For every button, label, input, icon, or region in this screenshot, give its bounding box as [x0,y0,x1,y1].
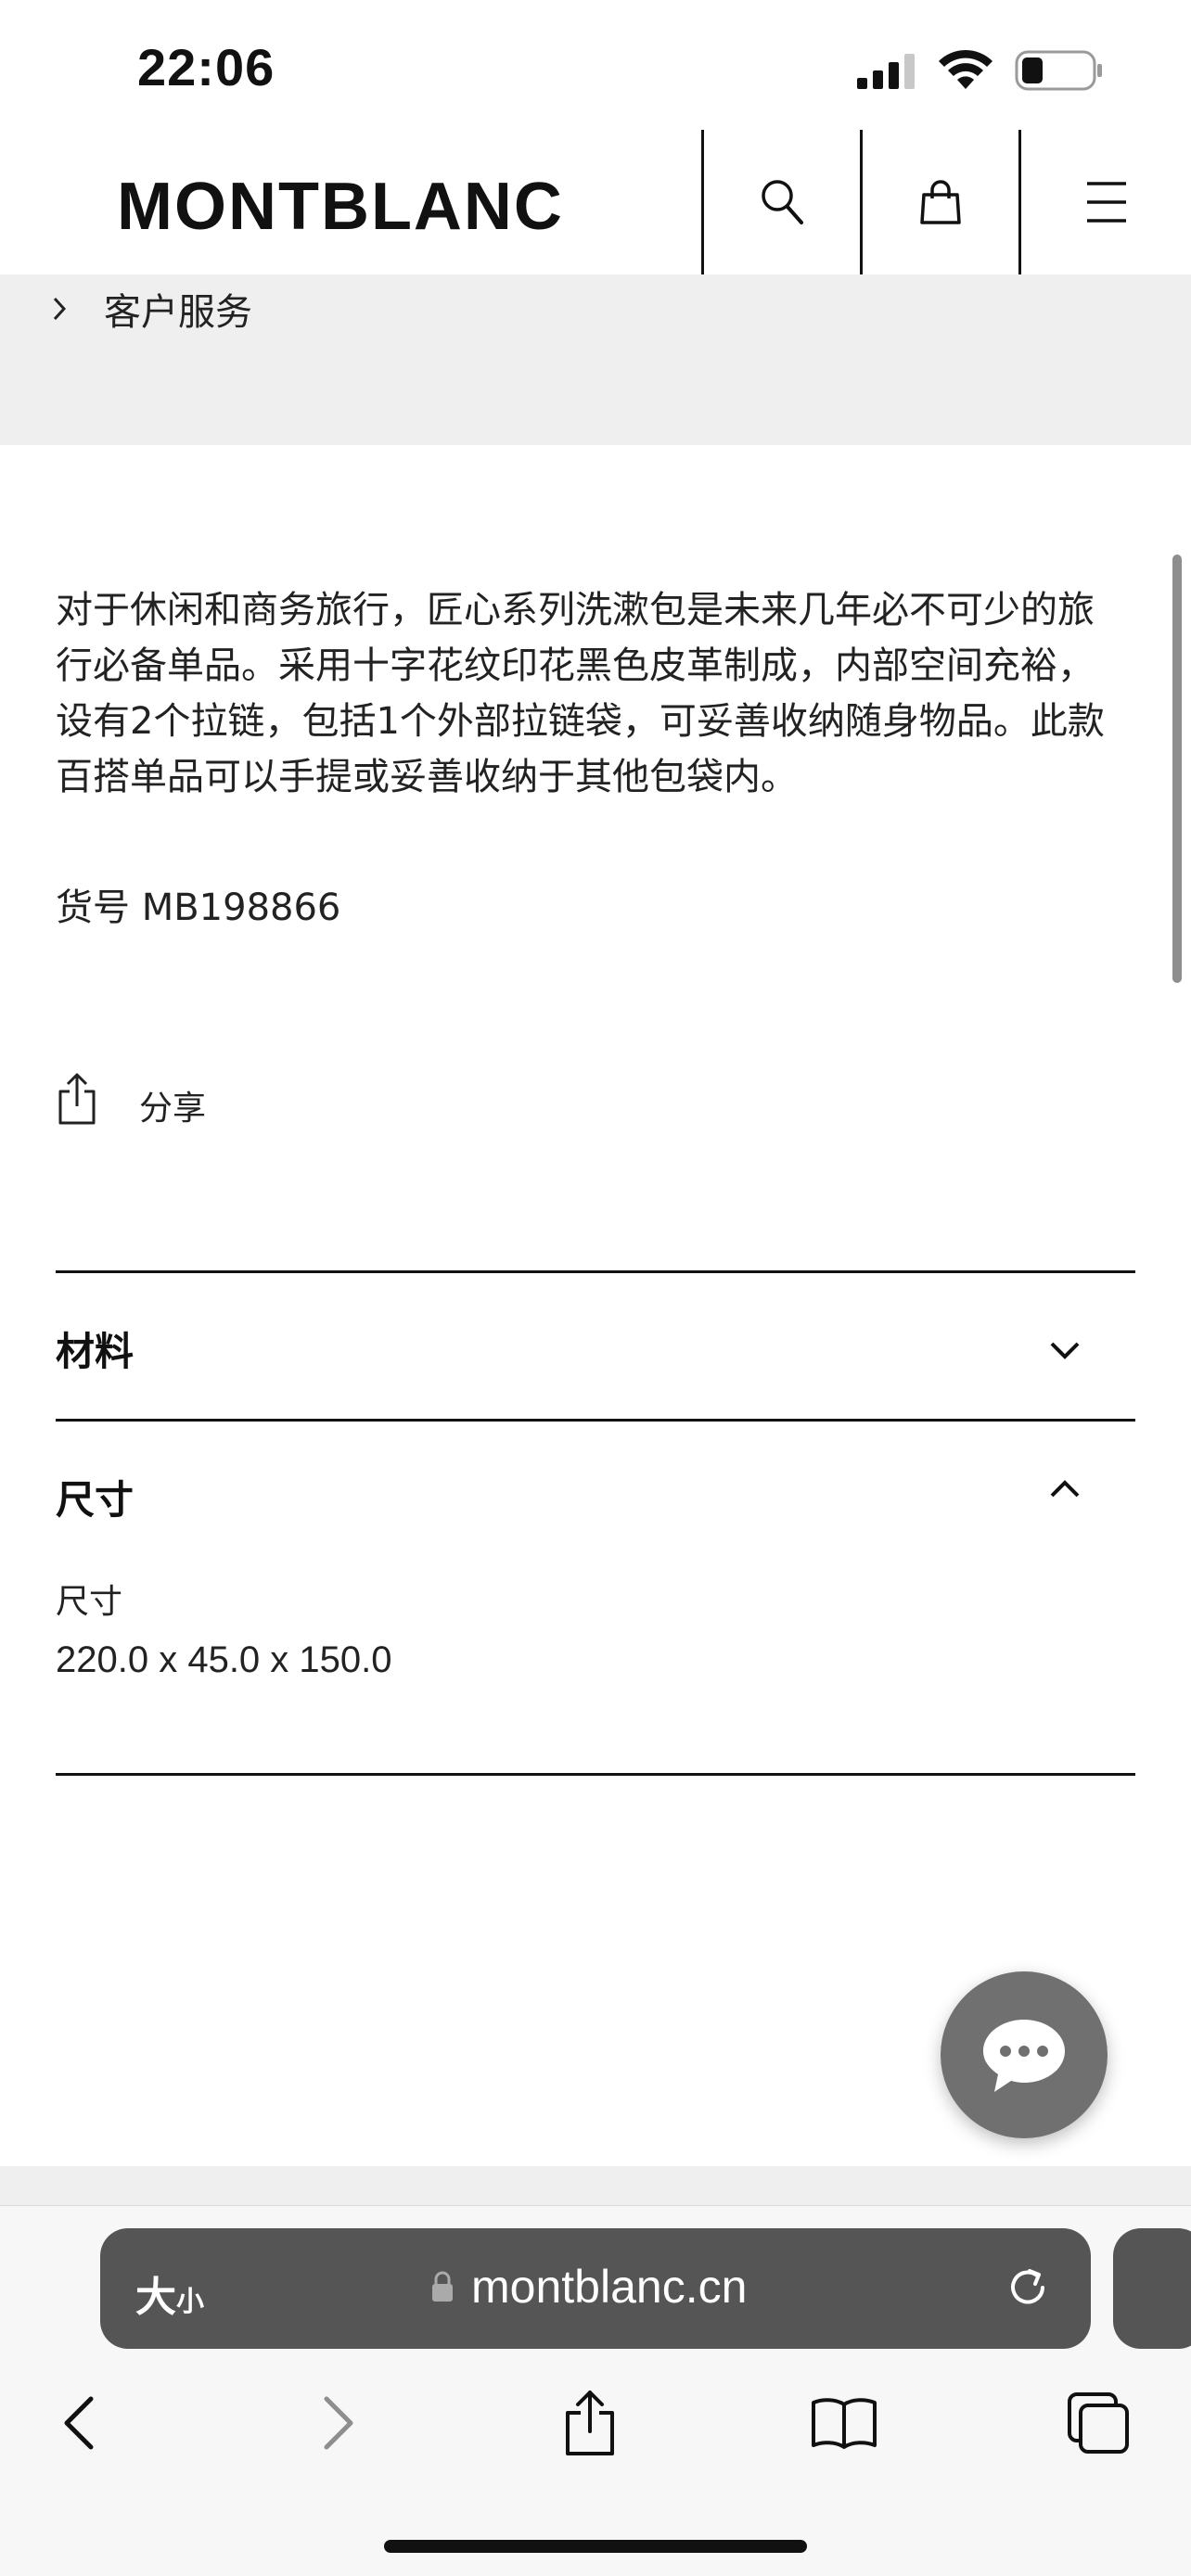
chat-bubble-icon [983,2020,1065,2092]
reload-icon[interactable] [1002,2262,1054,2314]
product-description: 对于休闲和商务旅行，匠心系列洗漱包是未来几年必不可少的旅行必备单品。采用十字花纹… [56,589,1105,798]
divider [56,1270,1135,1273]
customer-service-link[interactable]: 客户服务 [52,282,252,336]
wifi-icon [939,49,992,89]
search-icon [762,180,803,224]
address-bar[interactable]: 大小 montblanc.cn [100,2228,1091,2349]
tabs-icon [1068,2392,1129,2454]
next-tab-preview[interactable] [1113,2228,1191,2349]
bookmarks-button[interactable] [800,2378,889,2468]
forward-button[interactable] [293,2378,382,2468]
menu-icon [1086,182,1126,223]
home-indicator[interactable] [384,2540,807,2553]
shopping-bag-button[interactable] [863,130,1018,274]
browser-toolbar: 大小 montblanc.cn [0,2205,1191,2576]
share-label: 分享 [139,1090,207,1128]
back-button[interactable] [35,2378,124,2468]
share-sheet-button[interactable] [545,2378,634,2468]
status-bar: 22:06 [0,0,1191,130]
url-text: montblanc.cn [471,2261,748,2313]
scroll-indicator[interactable] [1172,555,1182,983]
size-accordion-header[interactable]: 尺寸 [56,1422,1135,1552]
divider [56,1419,1135,1422]
tabs-button[interactable] [1054,2378,1143,2468]
url-display[interactable]: montblanc.cn [430,2260,747,2314]
chevron-up-icon [1050,1480,1080,1498]
product-sku: 货号 MB198866 [56,886,341,929]
status-time: 22:06 [137,38,275,96]
chevron-right-icon [324,2396,353,2450]
chevron-down-icon [1050,1342,1080,1359]
chat-button[interactable] [941,1971,1108,2138]
share-icon [566,2391,614,2455]
share-button[interactable]: 分享 [56,1068,206,1129]
customer-service-section: 客户服务 [0,274,1191,445]
text-size-button[interactable]: 大小 [135,2264,204,2323]
site-header: MONTBLANC [0,130,1191,274]
materials-accordion-header[interactable]: 材料 [56,1274,1135,1417]
cellular-signal-icon [857,54,915,89]
search-button[interactable] [704,130,860,274]
chevron-right-icon [53,297,67,321]
page-footer-edge [0,2166,1191,2205]
divider [56,1773,1135,1776]
shopping-bag-icon [920,180,961,224]
customer-service-label: 客户服务 [104,291,252,334]
lock-icon [432,2271,453,2302]
battery-icon [1015,50,1102,91]
size-label: 尺寸 [56,1583,123,1621]
book-icon [812,2398,877,2449]
montblanc-logo[interactable]: MONTBLANC [117,169,564,245]
materials-title: 材料 [56,1329,134,1374]
chevron-left-icon [64,2396,94,2450]
size-title: 尺寸 [56,1477,134,1523]
size-value: 220.0 x 45.0 x 150.0 [56,1639,392,1680]
share-icon [58,1073,96,1125]
menu-button[interactable] [1021,130,1191,274]
